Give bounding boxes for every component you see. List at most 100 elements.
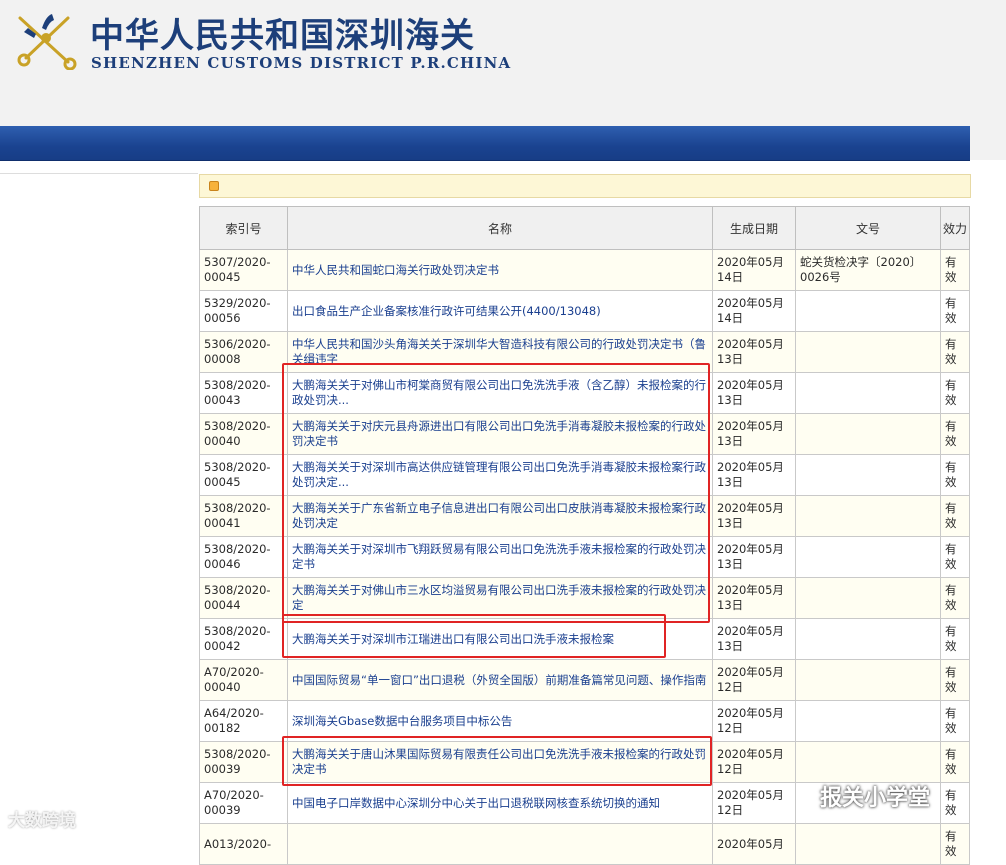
status-cell: 有效 xyxy=(940,618,970,660)
index-cell: 5308/2020-00044 xyxy=(199,577,288,619)
document-list-table: 索引号 名称 生成日期 文号 效力 5307/2020-00045 中华人民共和国… xyxy=(199,206,970,865)
status-cell: 有效 xyxy=(940,495,970,537)
doc-no-cell xyxy=(795,577,941,619)
date-cell: 2020年05月14日 xyxy=(712,290,796,332)
table-row[interactable]: 5308/2020-00043 大鹏海关关于对佛山市柯棠商贸有限公司出口免洗洗手液… xyxy=(199,372,970,414)
doc-no-cell xyxy=(795,659,941,701)
table-row[interactable]: 5308/2020-00040 大鹏海关关于对庆元县舟源进出口有限公司出口免洗手消… xyxy=(199,413,970,455)
name-link[interactable]: 大鹏海关关于对庆元县舟源进出口有限公司出口免洗手消毒凝胶未报检案的行政处罚决定书 xyxy=(287,413,713,455)
index-cell: A64/2020-00182 xyxy=(199,700,288,742)
site-subtitle: SHENZHEN CUSTOMS DISTRICT P.R.CHINA xyxy=(91,54,512,72)
doc-no-cell xyxy=(795,618,941,660)
status-cell: 有效 xyxy=(940,782,970,824)
status-cell: 有效 xyxy=(940,741,970,783)
index-cell: A70/2020-00039 xyxy=(199,782,288,824)
site-header: 中华人民共和国深圳海关 SHENZHEN CUSTOMS DISTRICT P.… xyxy=(0,0,1006,126)
status-cell: 有效 xyxy=(940,454,970,496)
status-cell: 有效 xyxy=(940,249,970,291)
nav-bar xyxy=(0,126,970,161)
table-header-row: 索引号 名称 生成日期 文号 效力 xyxy=(199,206,970,250)
status-cell: 有效 xyxy=(940,372,970,414)
watermark-left: 大数跨境 xyxy=(8,811,76,831)
index-cell: 5308/2020-00039 xyxy=(199,741,288,783)
doc-no-cell xyxy=(795,495,941,537)
name-link[interactable]: 中国国际贸易“单一窗口”出口退税（外贸全国版）前期准备篇常见问题、操作指南 xyxy=(287,659,713,701)
name-link[interactable]: 大鹏海关关于对深圳市高达供应链管理有限公司出口免洗手消毒凝胶未报检案行政处罚决定… xyxy=(287,454,713,496)
doc-no-cell xyxy=(795,372,941,414)
doc-no-cell xyxy=(795,331,941,373)
date-cell: 2020年05月 xyxy=(712,823,796,865)
name-link[interactable]: 大鹏海关关于广东省新立电子信息进出口有限公司出口皮肤消毒凝胶未报检案行政处罚决定 xyxy=(287,495,713,537)
table-row[interactable]: 5306/2020-00008 中华人民共和国沙头角海关关于深圳华大智造科技有限公… xyxy=(199,331,970,373)
table-row[interactable]: A64/2020-00182 深圳海关Gbase数据中台服务项目中标公告 2020年… xyxy=(199,700,970,742)
bullet-icon xyxy=(209,181,219,191)
name-link[interactable]: 大鹏海关关于对深圳市飞翔跃贸易有限公司出口免洗洗手液未报检案的行政处罚决定书 xyxy=(287,536,713,578)
date-cell: 2020年05月12日 xyxy=(712,659,796,701)
watermark-right: 报关小学堂 xyxy=(820,786,931,811)
date-cell: 2020年05月13日 xyxy=(712,331,796,373)
date-cell: 2020年05月13日 xyxy=(712,454,796,496)
column-header-name: 名称 xyxy=(287,206,713,250)
status-cell: 有效 xyxy=(940,823,970,865)
date-cell: 2020年05月13日 xyxy=(712,372,796,414)
name-link[interactable]: 中华人民共和国沙头角海关关于深圳华大智造科技有限公司的行政处罚决定书（鲁关缉违字 xyxy=(287,331,713,373)
column-header-date: 生成日期 xyxy=(712,206,796,250)
status-cell: 有效 xyxy=(940,659,970,701)
column-header-doc-no: 文号 xyxy=(795,206,941,250)
date-cell: 2020年05月14日 xyxy=(712,249,796,291)
index-cell: 5308/2020-00043 xyxy=(199,372,288,414)
date-cell: 2020年05月12日 xyxy=(712,741,796,783)
date-cell: 2020年05月13日 xyxy=(712,618,796,660)
index-cell: 5308/2020-00046 xyxy=(199,536,288,578)
index-cell: 5308/2020-00040 xyxy=(199,413,288,455)
date-cell: 2020年05月13日 xyxy=(712,536,796,578)
status-cell: 有效 xyxy=(940,577,970,619)
name-link[interactable]: 大鹏海关关于对深圳市江瑞进出口有限公司出口洗手液未报检案 xyxy=(287,618,713,660)
doc-no-cell xyxy=(795,536,941,578)
name-link[interactable]: 深圳海关Gbase数据中台服务项目中标公告 xyxy=(287,700,713,742)
date-cell: 2020年05月12日 xyxy=(712,782,796,824)
table-row[interactable]: A70/2020-00040 中国国际贸易“单一窗口”出口退税（外贸全国版）前期准… xyxy=(199,659,970,701)
name-link[interactable]: 大鹏海关关于对佛山市三水区均溢贸易有限公司出口洗手液未报检案的行政处罚决定 xyxy=(287,577,713,619)
column-header-index: 索引号 xyxy=(199,206,288,250)
column-header-status: 效力 xyxy=(940,206,970,250)
index-cell: A013/2020- xyxy=(199,823,288,865)
table-row[interactable]: 5308/2020-00042 大鹏海关关于对深圳市江瑞进出口有限公司出口洗手液未… xyxy=(199,618,970,660)
doc-no-cell: 蛇关货检决字〔2020〕0026号 xyxy=(795,249,941,291)
name-link[interactable] xyxy=(287,823,713,865)
table-row[interactable]: 5308/2020-00046 大鹏海关关于对深圳市飞翔跃贸易有限公司出口免洗洗手… xyxy=(199,536,970,578)
index-cell: 5307/2020-00045 xyxy=(199,249,288,291)
name-link[interactable]: 大鹏海关关于唐山沐果国际贸易有限责任公司出口免洗洗手液未报检案的行政处罚决定书 xyxy=(287,741,713,783)
name-link[interactable]: 大鹏海关关于对佛山市柯棠商贸有限公司出口免洗洗手液（含乙醇）未报检案的行政处罚决… xyxy=(287,372,713,414)
index-cell: 5308/2020-00041 xyxy=(199,495,288,537)
name-link[interactable]: 出口食品生产企业备案核准行政许可结果公开(4400/13048) xyxy=(287,290,713,332)
doc-no-cell xyxy=(795,413,941,455)
doc-no-cell xyxy=(795,823,941,865)
date-cell: 2020年05月13日 xyxy=(712,495,796,537)
table-row[interactable]: A013/2020- 2020年05月 有效 xyxy=(199,823,970,865)
table-row[interactable]: 5308/2020-00045 大鹏海关关于对深圳市高达供应链管理有限公司出口免洗… xyxy=(199,454,970,496)
table-row[interactable]: 5308/2020-00041 大鹏海关关于广东省新立电子信息进出口有限公司出口皮… xyxy=(199,495,970,537)
doc-no-cell xyxy=(795,290,941,332)
table-row[interactable]: 5307/2020-00045 中华人民共和国蛇口海关行政处罚决定书 2020年05… xyxy=(199,249,970,291)
status-cell: 有效 xyxy=(940,700,970,742)
table-row[interactable]: 5308/2020-00044 大鹏海关关于对佛山市三水区均溢贸易有限公司出口洗手… xyxy=(199,577,970,619)
site-title: 中华人民共和国深圳海关 xyxy=(90,16,475,56)
index-cell: 5308/2020-00042 xyxy=(199,618,288,660)
table-row[interactable]: 5329/2020-00056 出口食品生产企业备案核准行政许可结果公开(4400… xyxy=(199,290,970,332)
name-link[interactable]: 中国电子口岸数据中心深圳分中心关于出口退税联网核查系统切换的通知 xyxy=(287,782,713,824)
table-row[interactable]: 5308/2020-00039 大鹏海关关于唐山沐果国际贸易有限责任公司出口免洗洗… xyxy=(199,741,970,783)
status-cell: 有效 xyxy=(940,331,970,373)
date-cell: 2020年05月13日 xyxy=(712,577,796,619)
doc-no-cell xyxy=(795,454,941,496)
date-cell: 2020年05月13日 xyxy=(712,413,796,455)
status-cell: 有效 xyxy=(940,413,970,455)
name-link[interactable]: 中华人民共和国蛇口海关行政处罚决定书 xyxy=(287,249,713,291)
status-cell: 有效 xyxy=(940,536,970,578)
notice-bar xyxy=(199,174,971,198)
index-cell: 5306/2020-00008 xyxy=(199,331,288,373)
index-cell: 5308/2020-00045 xyxy=(199,454,288,496)
index-cell: A70/2020-00040 xyxy=(199,659,288,701)
customs-emblem-icon xyxy=(17,14,77,70)
status-cell: 有效 xyxy=(940,290,970,332)
